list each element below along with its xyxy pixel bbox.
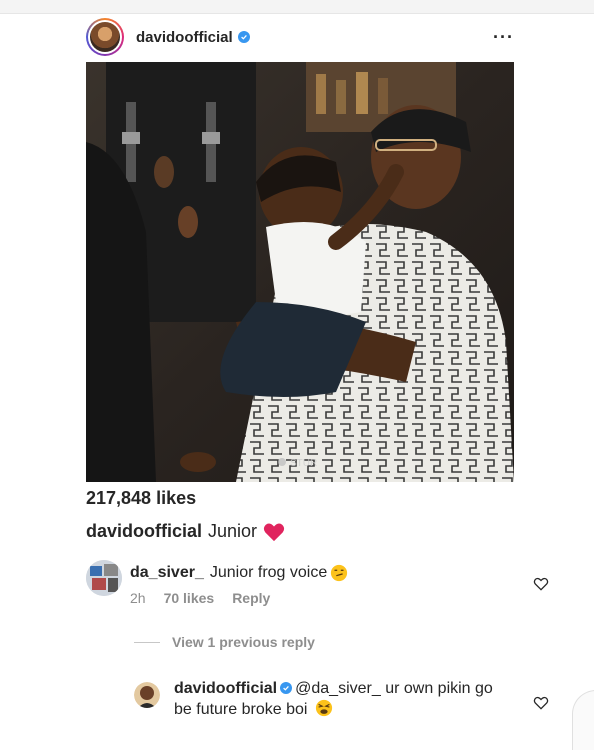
scroll-edge [572, 690, 594, 750]
reply-verified-badge-icon [280, 682, 293, 694]
avatar-image [90, 22, 120, 52]
top-gap [0, 0, 594, 14]
comment-meta: 2h 70 likes Reply [130, 590, 270, 606]
verified-badge-icon [237, 31, 250, 43]
view-previous-reply[interactable]: View 1 previous reply [134, 634, 315, 650]
caption-username[interactable]: davidoofficial [86, 521, 202, 542]
red-heart-icon [263, 522, 285, 541]
photo-illustration: STUR [86, 62, 514, 482]
comment-username[interactable]: da_siver_ [130, 564, 204, 582]
comment-likes[interactable]: 70 likes [164, 590, 215, 606]
reply-avatar[interactable] [134, 682, 160, 708]
post-username[interactable]: davidoofficial [136, 29, 233, 46]
comment-text-row: da_siver_ Junior frog voice [130, 564, 348, 582]
smirk-emoji-icon [331, 564, 348, 582]
comment-like-heart-icon[interactable] [533, 577, 549, 591]
post-caption: davidoofficial Junior [86, 521, 285, 542]
comment-text: Junior frog voice [209, 564, 328, 581]
photo-watermark: STUR [290, 458, 317, 469]
reply-mention[interactable]: @da_siver_ [295, 680, 381, 697]
tired-face-emoji-icon [315, 699, 332, 717]
replies-divider-line [134, 641, 160, 643]
post-header: davidoofficial ··· [86, 14, 514, 60]
reply-like-heart-icon[interactable] [533, 696, 549, 710]
likes-count[interactable]: 217,848 likes [86, 488, 196, 509]
profile-avatar[interactable] [86, 18, 124, 56]
reply-username[interactable]: davidoofficial [174, 680, 277, 697]
view-replies-label: View 1 previous reply [172, 634, 315, 650]
comment-time: 2h [130, 590, 146, 606]
comment-avatar[interactable] [86, 560, 122, 596]
caption-text: Junior [208, 521, 258, 541]
reply-text-block: davidoofficial @da_siver_ ur own pikin go… [174, 678, 514, 720]
reply-button[interactable]: Reply [232, 590, 270, 606]
post-photo[interactable]: STUR [86, 62, 514, 482]
more-dots-icon[interactable]: ··· [493, 27, 514, 48]
